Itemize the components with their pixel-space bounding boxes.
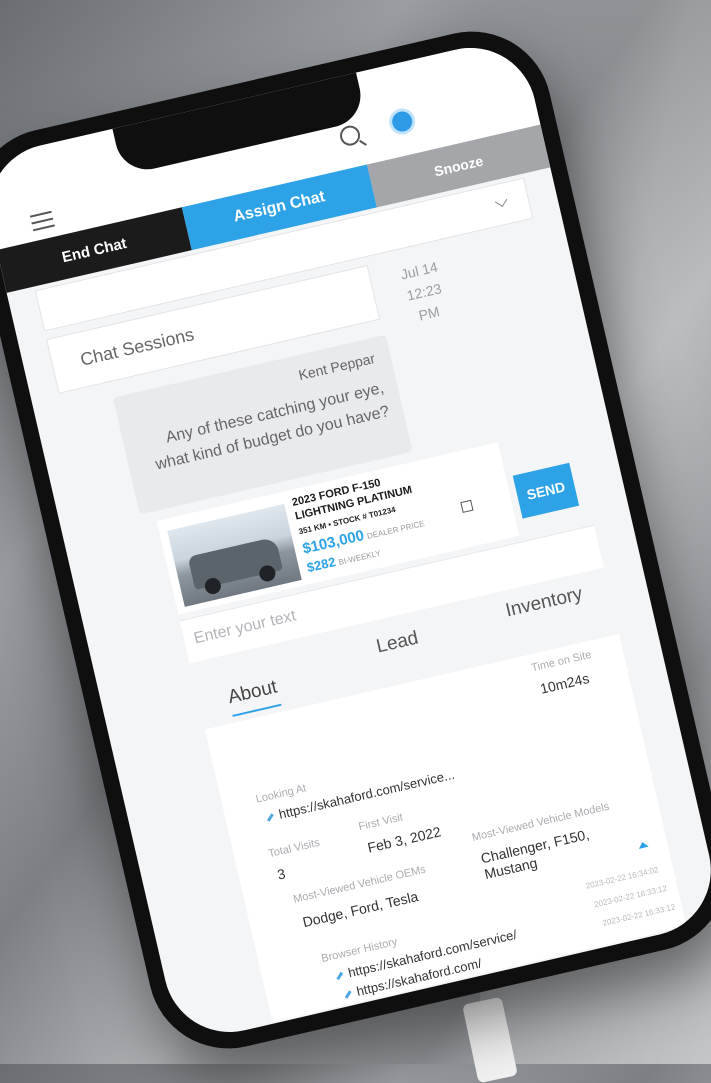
- caret-up-icon[interactable]: [637, 840, 649, 849]
- total-visits-value: 3: [275, 865, 287, 883]
- status-indicator-icon[interactable]: [390, 109, 415, 134]
- weekly-value: $282: [305, 554, 338, 576]
- history-time: 2023-02-22 16:33:12: [601, 902, 677, 928]
- send-button[interactable]: SEND: [512, 462, 580, 519]
- pencil-link-icon: [267, 813, 274, 822]
- first-visit-label: First Visit: [357, 811, 405, 834]
- weekly-label: BI-WEEKLY: [337, 548, 382, 568]
- pencil-link-icon: [353, 1009, 361, 1018]
- tab-about[interactable]: About: [226, 676, 279, 709]
- vehicle-photo: [167, 503, 302, 607]
- time-on-site-value: 10m24s: [538, 669, 591, 697]
- hamburger-menu-icon[interactable]: [29, 210, 56, 236]
- message-timestamp: Jul 14 12:23 PM: [383, 252, 466, 332]
- pencil-link-icon: [336, 971, 344, 981]
- tab-inventory[interactable]: Inventory: [504, 583, 585, 622]
- pencil-link-icon: [344, 990, 352, 999]
- search-icon[interactable]: [338, 123, 363, 148]
- total-visits-label: Total Visits: [267, 836, 322, 861]
- tab-lead[interactable]: Lead: [374, 627, 420, 658]
- message-text: Any of these catching your eye, what kin…: [154, 379, 391, 474]
- chevron-down-icon: [494, 194, 508, 208]
- message-sender: Kent Peppar: [296, 349, 377, 384]
- price-label: DEALER PRICE: [366, 518, 426, 541]
- copy-icon[interactable]: [460, 499, 474, 513]
